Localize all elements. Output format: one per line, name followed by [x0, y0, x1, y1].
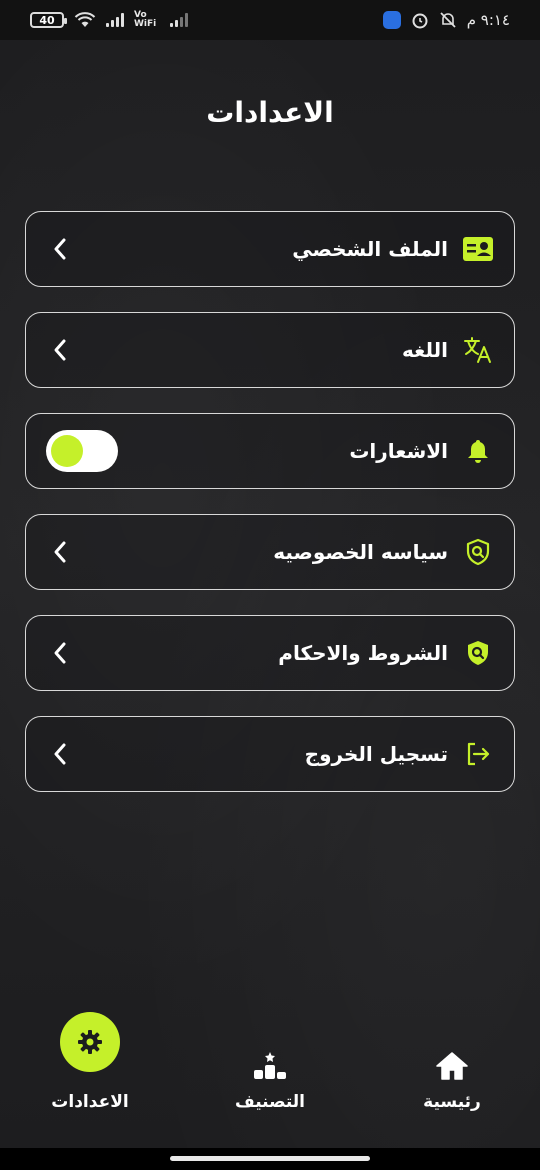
menu-item-logout[interactable]: تسجيل الخروج	[25, 716, 515, 792]
nav-item-settings[interactable]: الاعدادات	[10, 1012, 170, 1112]
chevron-left-icon	[46, 538, 74, 566]
podium-icon	[254, 1052, 286, 1079]
nav-active-indicator	[60, 1012, 120, 1072]
status-bar: 40 Vo WiFi ٩:١٤ م	[0, 0, 540, 40]
menu-item-label: تسجيل الخروج	[304, 742, 448, 766]
logout-icon	[462, 738, 494, 770]
shield-search-icon	[462, 637, 494, 669]
nav-label-home: رئيسية	[423, 1092, 481, 1112]
status-right: ٩:١٤ م	[382, 11, 510, 29]
menu-item-label: الاشعارات	[349, 439, 448, 463]
chevron-left-icon	[46, 639, 74, 667]
clock: ٩:١٤ م	[466, 11, 510, 29]
wifi-icon	[74, 12, 96, 27]
page-title: الاعدادات	[206, 96, 334, 129]
chevron-left-icon	[46, 336, 74, 364]
alarm-icon	[412, 13, 428, 29]
translate-icon	[462, 334, 494, 366]
app-notification-icon	[382, 11, 401, 29]
bottom-nav: الاعدادات التصنيف رئيسية	[0, 990, 540, 1148]
battery-level: 40	[39, 13, 55, 27]
menu-item-language[interactable]: اللغه	[25, 312, 515, 388]
menu-item-terms[interactable]: الشروط والاحكام	[25, 615, 515, 691]
nav-label-settings: الاعدادات	[51, 1092, 129, 1112]
nav-item-ranking[interactable]: التصنيف	[190, 1048, 350, 1112]
signal-icon	[106, 13, 124, 27]
toggle-knob	[51, 435, 83, 467]
status-left: 40 Vo WiFi	[30, 11, 188, 29]
gear-icon	[78, 1030, 102, 1054]
notifications-toggle[interactable]	[46, 430, 118, 472]
menu-item-label: الشروط والاحكام	[278, 641, 448, 665]
nav-item-home[interactable]: رئيسية	[372, 1048, 532, 1112]
id-card-icon	[462, 233, 494, 265]
mute-bell-icon	[440, 12, 456, 28]
home-indicator[interactable]	[170, 1156, 370, 1161]
menu-item-profile[interactable]: الملف الشخصي	[25, 211, 515, 287]
shield-search-icon	[462, 536, 494, 568]
nav-label-ranking: التصنيف	[234, 1092, 306, 1112]
signal-icon-2	[170, 13, 188, 27]
menu-item-notifications: الاشعارات	[25, 413, 515, 489]
chevron-left-icon	[46, 740, 74, 768]
menu-item-label: الملف الشخصي	[292, 237, 448, 261]
settings-menu: الملف الشخصي اللغه الاشعارات سياسه الخصو…	[25, 211, 515, 817]
home-icon	[436, 1052, 468, 1080]
vowifi-label: Vo WiFi	[134, 10, 157, 29]
menu-item-label: سياسه الخصوصيه	[273, 540, 448, 564]
menu-item-label: اللغه	[402, 338, 448, 362]
menu-item-privacy-policy[interactable]: سياسه الخصوصيه	[25, 514, 515, 590]
chevron-left-icon	[46, 235, 74, 263]
bell-icon	[462, 435, 494, 467]
system-gesture-bar	[0, 1148, 540, 1170]
battery-icon: 40	[30, 12, 67, 28]
